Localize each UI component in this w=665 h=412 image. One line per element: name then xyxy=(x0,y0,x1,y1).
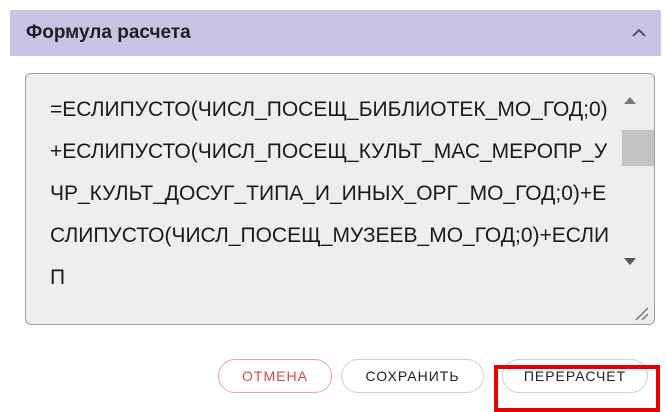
resize-handle-icon[interactable] xyxy=(622,284,654,324)
scrollbar-thumb[interactable] xyxy=(622,130,654,166)
section-title: Формула расчета xyxy=(26,22,191,43)
save-button[interactable]: СОХРАНИТЬ xyxy=(341,359,484,393)
chevron-up-icon[interactable] xyxy=(623,17,655,49)
cancel-button[interactable]: ОТМЕНА xyxy=(218,359,332,393)
triangle-up-icon[interactable] xyxy=(620,90,640,110)
formula-text[interactable]: =ЕСЛИПУСТО(ЧИСЛ_ПОСЕЩ_БИБЛИОТЕК_МО_ГОД;0… xyxy=(50,89,616,309)
triangle-down-icon[interactable] xyxy=(620,252,640,272)
section-header: Формула расчета xyxy=(10,10,661,56)
formula-textarea[interactable]: =ЕСЛИПУСТО(ЧИСЛ_ПОСЕЩ_БИБЛИОТЕК_МО_ГОД;0… xyxy=(25,73,655,325)
recalculate-button[interactable]: ПЕРЕРАСЧЕТ xyxy=(502,359,648,393)
